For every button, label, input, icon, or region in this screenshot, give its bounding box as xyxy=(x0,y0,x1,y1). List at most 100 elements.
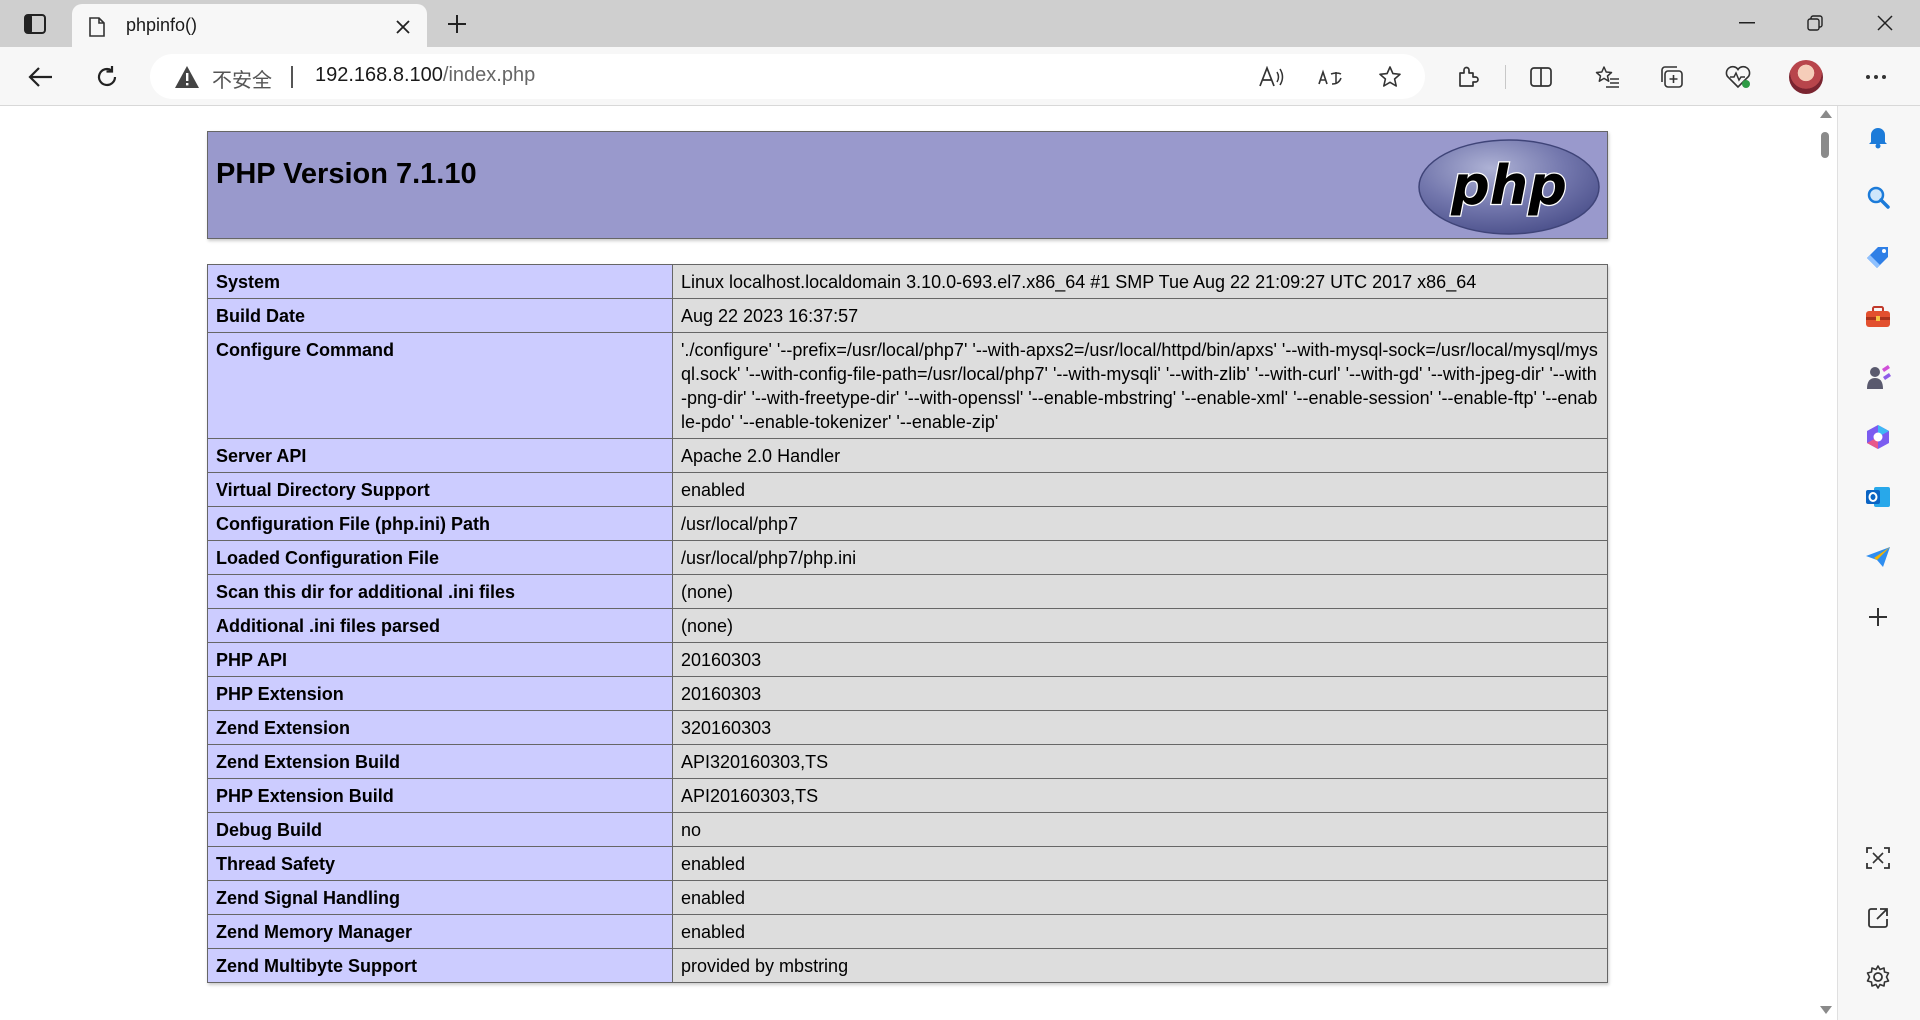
send-icon xyxy=(1866,547,1890,567)
sidebar-search[interactable] xyxy=(1858,177,1898,217)
minimize-button[interactable] xyxy=(1712,0,1782,46)
refresh-button[interactable] xyxy=(88,58,126,96)
sidebar-send[interactable] xyxy=(1858,537,1898,577)
shopping-tag-icon xyxy=(1867,247,1888,268)
toolbox-icon xyxy=(1866,306,1890,327)
table-row: PHP Extension Build API20160303,TS xyxy=(207,778,1608,813)
screenshot-icon xyxy=(1866,847,1890,869)
open-external-icon xyxy=(1868,908,1888,928)
restore-button[interactable] xyxy=(1780,0,1850,46)
row-key: Debug Build xyxy=(207,812,673,847)
address-bar[interactable]: 不安全 192.168.8.100/index.php xyxy=(150,54,1425,99)
sidebar-settings[interactable] xyxy=(1858,957,1898,997)
table-row: Server API Apache 2.0 Handler xyxy=(207,438,1608,473)
row-key: PHP Extension xyxy=(207,676,673,711)
page-scrollbar[interactable] xyxy=(1817,106,1833,1020)
translate-icon xyxy=(1318,69,1342,85)
sidebar-notifications[interactable] xyxy=(1858,117,1898,157)
browser-toolbar: 不安全 192.168.8.100/index.php xyxy=(0,47,1920,106)
table-row: Additional .ini files parsed (none) xyxy=(207,608,1608,643)
settings-gear-icon xyxy=(1866,965,1890,989)
php-logo-text: php xyxy=(1450,154,1567,217)
table-row: Thread Safety enabled xyxy=(207,846,1608,881)
page-viewport: PHP Version 7.1.10 php System Linux local… xyxy=(0,106,1817,1020)
sidebar-open-external[interactable] xyxy=(1858,898,1898,938)
read-aloud-button[interactable] xyxy=(1257,62,1287,92)
browser-essentials-button[interactable] xyxy=(1719,58,1757,96)
sidebar-outlook[interactable] xyxy=(1858,477,1898,517)
tab-close-button[interactable] xyxy=(392,16,414,38)
edge-sidebar xyxy=(1837,106,1920,1020)
close-icon xyxy=(1877,15,1893,31)
row-key: Scan this dir for additional .ini files xyxy=(207,574,673,609)
row-key: Zend Signal Handling xyxy=(207,880,673,915)
row-value: 320160303 xyxy=(672,710,1608,745)
url-host: 192.168.8.100 xyxy=(315,64,443,86)
table-row: PHP Extension 20160303 xyxy=(207,676,1608,711)
table-row: Zend Multibyte Support provided by mbstri… xyxy=(207,948,1608,983)
tab-actions-icon xyxy=(24,14,46,34)
extensions-button[interactable] xyxy=(1449,58,1487,96)
collections-button[interactable] xyxy=(1653,58,1691,96)
php-version-header: PHP Version 7.1.10 php xyxy=(207,131,1608,239)
favorites-button[interactable] xyxy=(1588,58,1626,96)
extensions-icon xyxy=(1459,66,1479,87)
row-value: enabled xyxy=(672,846,1608,881)
sidebar-tools[interactable] xyxy=(1858,297,1898,337)
collections-icon xyxy=(1661,66,1683,88)
sidebar-games[interactable] xyxy=(1858,357,1898,397)
row-value: enabled xyxy=(672,472,1608,507)
favorites-list-icon xyxy=(1595,66,1619,88)
favorite-button[interactable] xyxy=(1375,62,1405,92)
add-icon xyxy=(1869,608,1887,626)
profile-avatar[interactable] xyxy=(1789,60,1823,94)
row-key: Server API xyxy=(207,438,673,473)
new-tab-button[interactable] xyxy=(440,8,474,40)
table-row: PHP API 20160303 xyxy=(207,642,1608,677)
back-button[interactable] xyxy=(22,58,60,96)
tab-strip: phpinfo() xyxy=(0,0,1920,47)
row-value: Aug 22 2023 16:37:57 xyxy=(672,298,1608,333)
row-key: Loaded Configuration File xyxy=(207,540,673,575)
row-value: './configure' '--prefix=/usr/local/php7'… xyxy=(672,332,1608,439)
split-screen-button[interactable] xyxy=(1522,58,1560,96)
scroll-up-arrow[interactable] xyxy=(1820,110,1832,118)
plus-icon xyxy=(448,15,466,33)
table-row: Scan this dir for additional .ini files(… xyxy=(207,574,1608,609)
copilot-icon xyxy=(1867,425,1889,449)
close-icon xyxy=(396,20,410,34)
translate-button[interactable] xyxy=(1316,62,1346,92)
table-row: Build Date Aug 22 2023 16:37:57 xyxy=(207,298,1608,333)
row-key: Build Date xyxy=(207,298,673,333)
row-value: /usr/local/php7/php.ini xyxy=(672,540,1608,575)
back-icon xyxy=(28,67,52,87)
tab-actions-button[interactable] xyxy=(16,9,54,39)
security-label[interactable]: 不安全 xyxy=(212,64,272,93)
address-divider xyxy=(291,66,293,88)
games-icon xyxy=(1867,365,1891,389)
table-row: Zend Signal Handling enabled xyxy=(207,880,1608,915)
page-icon xyxy=(89,17,105,37)
scroll-down-arrow[interactable] xyxy=(1820,1006,1832,1014)
restore-icon xyxy=(1807,15,1823,31)
url-text[interactable]: 192.168.8.100/index.php xyxy=(315,64,535,87)
sidebar-screenshot[interactable] xyxy=(1858,838,1898,878)
row-key: Zend Extension Build xyxy=(207,744,673,779)
close-window-button[interactable] xyxy=(1850,0,1920,46)
row-value: Apache 2.0 Handler xyxy=(672,438,1608,473)
more-button[interactable] xyxy=(1857,58,1895,96)
row-key: System xyxy=(207,264,673,299)
tab-phpinfo[interactable]: phpinfo() xyxy=(72,4,427,47)
row-key: PHP Extension Build xyxy=(207,778,673,813)
row-key: PHP API xyxy=(207,642,673,677)
row-value: (none) xyxy=(672,574,1608,609)
row-value: 20160303 xyxy=(672,642,1608,677)
row-value: enabled xyxy=(672,914,1608,949)
browser-essentials-icon xyxy=(1725,65,1751,89)
row-value: enabled xyxy=(672,880,1608,915)
sidebar-shopping[interactable] xyxy=(1858,237,1898,277)
sidebar-add[interactable] xyxy=(1858,597,1898,637)
sidebar-copilot[interactable] xyxy=(1858,417,1898,457)
scroll-thumb[interactable] xyxy=(1821,132,1829,158)
row-value: API320160303,TS xyxy=(672,744,1608,779)
